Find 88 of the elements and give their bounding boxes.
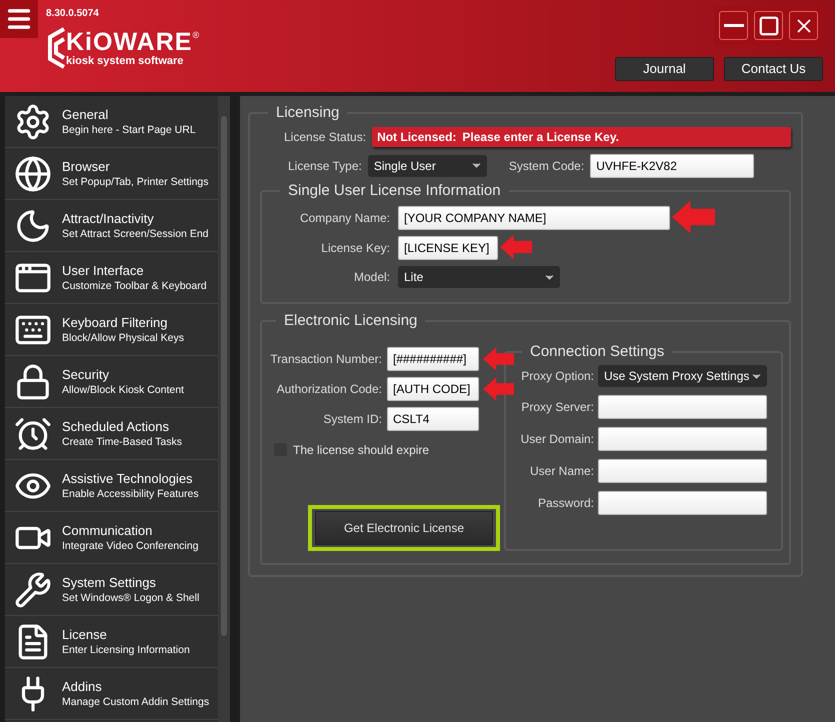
item-title: General — [62, 106, 110, 122]
field-label: Authorization Code: — [276, 380, 382, 398]
input-field[interactable] — [598, 491, 767, 515]
status-banner: Not Licensed: Please enter a License Key. — [372, 126, 791, 146]
dropdown[interactable]: Lite — [398, 266, 560, 288]
dropdown[interactable]: Use System Proxy Settings — [598, 365, 767, 387]
header-button[interactable]: Journal — [615, 57, 714, 81]
item-title: Attract/Inactivity — [62, 210, 155, 226]
item-subtitle: Enter Licensing Information — [62, 642, 190, 656]
item-subtitle: Allow/Block Kiosk Content — [62, 382, 184, 396]
sidebar-item[interactable]: Browser Set Popup/Tab, Printer Settings — [5, 148, 218, 200]
item-subtitle: Integrate Video Conferencing — [62, 538, 198, 552]
logo-icon — [46, 27, 66, 69]
item-title: Keyboard Filtering — [62, 314, 168, 330]
input-field[interactable]: [AUTH CODE] — [387, 376, 479, 400]
field-label: License Status: — [284, 128, 366, 146]
item-subtitle: Create Time-Based Tasks — [62, 434, 182, 448]
group-title: Single User License Information — [287, 180, 502, 200]
sidebar-item[interactable]: System Settings Set Windows® Logon & Shell — [5, 564, 218, 616]
maximize-button[interactable] — [754, 11, 783, 40]
item-subtitle: Customize Toolbar & Keyboard — [62, 278, 207, 292]
item-title: Security — [62, 366, 110, 382]
field-label: System ID: — [322, 410, 382, 428]
minimize-button[interactable] — [719, 11, 748, 40]
group-title: Connection Settings — [529, 342, 666, 362]
item-subtitle: Set Attract Screen/Session End — [62, 226, 208, 240]
version-text: 8.30.0.5074 — [46, 7, 100, 21]
arrow-icon — [500, 232, 532, 262]
minimize-icon — [724, 24, 744, 27]
item-title: Browser — [62, 158, 111, 174]
sidebar-item[interactable]: Addins Manage Custom Addin Settings — [5, 668, 218, 720]
sidebar-item[interactable]: Scheduled Actions Create Time-Based Tasks — [5, 408, 218, 460]
item-title: System Settings — [62, 574, 157, 590]
input-field[interactable]: UVHFE-K2V82 — [590, 154, 754, 178]
sidebar-item[interactable]: User Interface Customize Toolbar & Keyboard — [5, 252, 218, 304]
wrench-icon — [14, 570, 52, 608]
group-title: Electronic Licensing — [283, 311, 418, 331]
logo-text: KiOWARE — [66, 29, 192, 55]
field-label: Password: — [536, 495, 594, 512]
scrollbar[interactable] — [218, 96, 230, 722]
padlock-icon — [14, 362, 52, 400]
sidebar-item[interactable]: License Enter Licensing Information — [5, 616, 218, 668]
sidebar-item[interactable]: General Begin here - Start Page URL — [5, 96, 218, 148]
field-label: Model: — [352, 269, 390, 286]
get-license-button[interactable]: Get Electronic License — [315, 510, 493, 544]
close-button[interactable] — [789, 11, 818, 40]
registered-mark: ® — [192, 29, 200, 42]
item-title: Assistive Technologies — [62, 470, 194, 486]
item-title: License — [62, 626, 108, 642]
field-label: User Name: — [528, 463, 594, 480]
item-subtitle: Manage Custom Addin Settings — [62, 694, 210, 708]
input-field[interactable] — [598, 395, 767, 419]
input-field[interactable]: [YOUR COMPANY NAME] — [398, 206, 670, 230]
menu-button[interactable] — [0, 0, 38, 38]
group-title: Licensing — [275, 103, 340, 123]
item-subtitle: Set Windows® Logon & Shell — [62, 590, 200, 604]
field-label: Transaction Number: — [269, 350, 382, 368]
field-label: Proxy Server: — [520, 399, 594, 416]
checkbox-label: The license should expire — [293, 442, 430, 458]
item-subtitle: Begin here - Start Page URL — [62, 122, 196, 136]
maximize-icon — [758, 14, 780, 36]
item-title: User Interface — [62, 262, 145, 278]
item-title: Addins — [62, 678, 103, 694]
dropdown[interactable]: Single User — [368, 154, 487, 176]
field-label: System Code: — [508, 158, 584, 174]
sidebar-item[interactable]: Attract/Inactivity Set Attract Screen/Session End — [5, 200, 218, 252]
item-subtitle: Enable Accessibility Features — [62, 486, 199, 500]
header-button[interactable]: Contact Us — [724, 57, 823, 81]
sidebar-item[interactable]: Keyboard Filtering Block/Allow Physical Keys — [5, 304, 218, 356]
field-label: Proxy Option: — [520, 368, 594, 385]
field-label: User Domain: — [520, 431, 594, 448]
logo-tagline: kiosk system software — [66, 55, 184, 67]
field-label: License Type: — [288, 158, 362, 174]
sidebar-item[interactable]: Communication Integrate Video Conferencing — [5, 512, 218, 564]
field-label: License Key: — [320, 240, 390, 257]
sidebar-item[interactable]: Security Allow/Block Kiosk Content — [5, 356, 218, 408]
input-field[interactable] — [598, 427, 767, 451]
field-label: Company Name: — [298, 210, 390, 227]
globe-icon — [14, 154, 52, 192]
input-field[interactable] — [598, 459, 767, 483]
item-subtitle: Block/Allow Physical Keys — [62, 330, 184, 344]
input-field[interactable]: CSLT4 — [387, 406, 479, 430]
sidebar-item[interactable]: Assistive Technologies Enable Accessibility Features — [5, 460, 218, 512]
item-subtitle: Set Popup/Tab, Printer Settings — [62, 174, 209, 188]
input-field[interactable]: [##########] — [387, 346, 479, 370]
item-title: Communication — [62, 522, 154, 538]
input-field[interactable]: [LICENSE KEY] — [398, 236, 498, 260]
item-title: Scheduled Actions — [62, 418, 170, 434]
